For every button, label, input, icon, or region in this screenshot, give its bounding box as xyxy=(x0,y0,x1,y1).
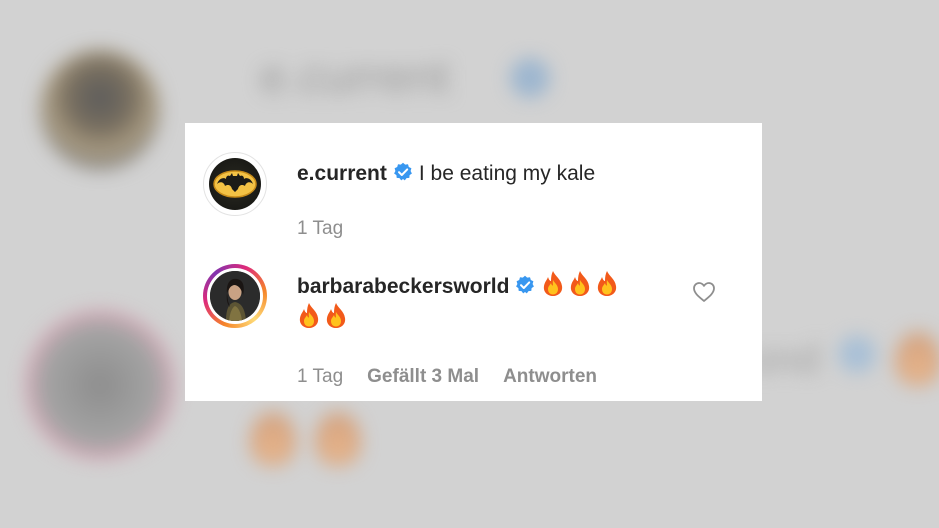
fire-emoji-icon xyxy=(324,302,348,329)
avatar xyxy=(207,268,263,324)
username-link[interactable]: e.current xyxy=(297,162,387,185)
fire-emoji-icon xyxy=(595,270,619,297)
avatar[interactable] xyxy=(203,152,267,216)
timestamp-link[interactable]: 1 Tag xyxy=(297,366,343,387)
fire-emoji-icon xyxy=(568,270,592,297)
timestamp-link[interactable]: 1 Tag xyxy=(297,218,343,239)
comment-text: I be eating my kale xyxy=(418,162,596,185)
fire-emoji-group xyxy=(297,302,348,329)
blurred-verified-icon xyxy=(838,335,876,373)
blurred-verified-icon xyxy=(510,58,550,98)
blurred-avatar xyxy=(40,50,160,170)
reply-button[interactable]: Antworten xyxy=(503,366,597,387)
comment-emoji-line-2 xyxy=(297,302,348,332)
heart-outline-icon[interactable] xyxy=(692,281,716,303)
blurred-fire-icon xyxy=(315,410,361,466)
comment-line: barbarabeckersworld xyxy=(297,270,619,300)
profile-photo-icon xyxy=(210,271,260,321)
blurred-fire-icon xyxy=(250,410,296,466)
comment-line: e.current I be eating my kale xyxy=(297,161,595,187)
fire-emoji-icon xyxy=(297,302,321,329)
username-link[interactable]: barbarabeckersworld xyxy=(297,275,509,298)
blurred-fire-icon xyxy=(895,330,939,386)
avatar-story-ring[interactable] xyxy=(203,264,267,328)
likes-count-button[interactable]: Gefällt 3 Mal xyxy=(367,366,479,387)
verified-badge-icon xyxy=(393,162,413,182)
comment-card: e.current I be eating my kale 1 Tag barb… xyxy=(185,123,762,401)
blurred-avatar xyxy=(25,310,175,460)
comment-emoji-line-1 xyxy=(541,270,619,297)
comment-meta: 1 Tag Gefällt 3 Mal Antworten xyxy=(297,366,621,388)
batman-logo-icon xyxy=(209,158,261,210)
blurred-text: e.current xyxy=(260,51,450,104)
verified-badge-icon xyxy=(515,275,535,295)
fire-emoji-icon xyxy=(541,270,565,297)
comment-meta: 1 Tag xyxy=(297,218,367,240)
